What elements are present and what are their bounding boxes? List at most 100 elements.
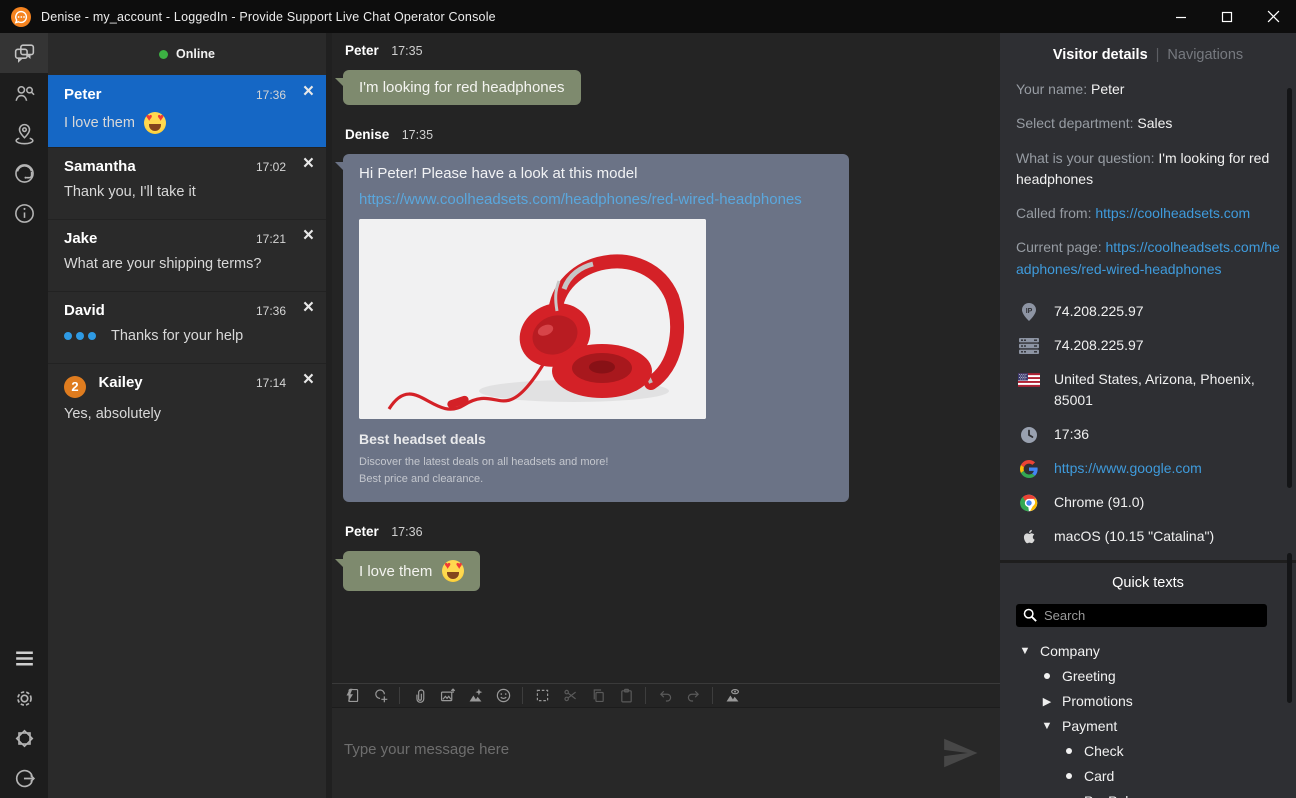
menu-button[interactable] bbox=[0, 638, 48, 678]
add-quick-text-button[interactable] bbox=[368, 685, 392, 706]
notifications-icon bbox=[12, 726, 37, 751]
chats-icon bbox=[12, 41, 37, 66]
logout-button[interactable] bbox=[0, 758, 48, 798]
send-message-button[interactable] bbox=[940, 734, 980, 772]
window-title: Denise - my_account - LoggedIn - Provide… bbox=[41, 10, 496, 24]
image-preview-button[interactable] bbox=[720, 685, 744, 706]
message-history[interactable]: Peter 17:35 I'm looking for red headphon… bbox=[332, 33, 1000, 683]
geo-location-nav-button[interactable] bbox=[0, 113, 48, 153]
message-input[interactable] bbox=[332, 708, 1000, 798]
tree-item-greeting[interactable]: Greeting bbox=[1000, 664, 1296, 689]
chat-list-panel: Online Peter 17:36 × I love them ♥♥ Sama… bbox=[48, 33, 332, 798]
field-current-page: Current page: https://coolheadsets.com/h… bbox=[1016, 237, 1280, 280]
meta-ip: IP 74.208.225.97 bbox=[1018, 301, 1280, 322]
paste-button[interactable] bbox=[614, 685, 638, 706]
tree-item-paypal[interactable]: PayPal bbox=[1000, 789, 1296, 798]
quick-texts-section: Quick texts ▼ Company Greeting ▶ bbox=[1000, 563, 1296, 798]
send-screenshot-button[interactable] bbox=[463, 685, 487, 706]
ip-address-icon: IP bbox=[1018, 302, 1040, 322]
send-image-button[interactable] bbox=[435, 685, 459, 706]
navigation-rail bbox=[0, 33, 48, 798]
undo-button[interactable] bbox=[653, 685, 677, 706]
visitor-details-panel: Visitor details | Navigations Your name:… bbox=[1000, 33, 1296, 798]
operator-console-window: Denise - my_account - LoggedIn - Provide… bbox=[0, 0, 1296, 798]
info-icon bbox=[12, 201, 37, 226]
tab-visitor-details[interactable]: Visitor details bbox=[1053, 47, 1148, 63]
chat-list-item-david[interactable]: David 17:36 × Thanks for your help bbox=[48, 291, 326, 363]
product-link[interactable]: https://www.coolheadsets.com/headphones/… bbox=[359, 191, 833, 208]
visitors-nav-button[interactable] bbox=[0, 73, 48, 113]
redo-button[interactable] bbox=[681, 685, 705, 706]
us-flag-icon bbox=[1018, 370, 1040, 390]
called-from-link[interactable]: https://coolheadsets.com bbox=[1095, 205, 1250, 221]
tree-item-card[interactable]: Card bbox=[1000, 764, 1296, 789]
bullet-icon bbox=[1066, 773, 1072, 779]
maximize-button[interactable] bbox=[1204, 0, 1250, 33]
message-visitor: Peter 17:36 I love them ♥♥ bbox=[343, 523, 1000, 591]
attach-file-button[interactable] bbox=[407, 685, 431, 706]
chat-list-item-kailey[interactable]: 2 Kailey 17:14 × Yes, absolutely bbox=[48, 363, 326, 435]
operator-message-bubble: Hi Peter! Please have a look at this mod… bbox=[343, 154, 849, 502]
info-nav-button[interactable] bbox=[0, 193, 48, 233]
menu-icon bbox=[12, 646, 37, 671]
close-chat-icon[interactable]: × bbox=[303, 298, 314, 318]
chat-list-item-jake[interactable]: Jake 17:21 × What are your shipping term… bbox=[48, 219, 326, 291]
chrome-browser-icon bbox=[1018, 493, 1040, 513]
field-your-name: Your name: Peter bbox=[1016, 79, 1280, 100]
message-composer bbox=[332, 708, 1000, 798]
svg-text:IP: IP bbox=[1026, 308, 1033, 315]
link-preview-title: Best headset deals bbox=[359, 431, 833, 447]
search-icon bbox=[1023, 608, 1037, 622]
close-button[interactable] bbox=[1250, 0, 1296, 33]
close-chat-icon[interactable]: × bbox=[303, 370, 314, 390]
tree-item-payment[interactable]: ▼ Payment bbox=[1000, 714, 1296, 739]
field-called-from: Called from: https://coolheadsets.com bbox=[1016, 203, 1280, 224]
quick-texts-title: Quick texts bbox=[1000, 575, 1296, 591]
meta-os: macOS (10.15 "Catalina") bbox=[1018, 526, 1280, 547]
bullet-icon bbox=[1066, 748, 1072, 754]
geo-location-icon bbox=[12, 121, 37, 146]
message-operator: Denise 17:35 Hi Peter! Please have a loo… bbox=[343, 126, 1000, 502]
emoji-picker-button[interactable] bbox=[491, 685, 515, 706]
quick-texts-search[interactable] bbox=[1016, 604, 1267, 627]
operator-status[interactable]: Online bbox=[48, 33, 326, 75]
visitor-meta: IP 74.208.225.97 74.208.225.97 United St… bbox=[1000, 293, 1296, 547]
tree-item-check[interactable]: Check bbox=[1000, 739, 1296, 764]
google-referrer-icon bbox=[1018, 459, 1040, 479]
chat-list-item-samantha[interactable]: Samantha 17:02 × Thank you, I'll take it bbox=[48, 147, 326, 219]
details-tabs: Visitor details | Navigations bbox=[1000, 33, 1296, 77]
tree-item-promotions[interactable]: ▶ Promotions bbox=[1000, 689, 1296, 714]
settings-button[interactable] bbox=[0, 678, 48, 718]
copy-button[interactable] bbox=[586, 685, 610, 706]
chats-nav-button[interactable] bbox=[0, 33, 48, 73]
field-department: Select department: Sales bbox=[1016, 113, 1280, 134]
notifications-button[interactable] bbox=[0, 718, 48, 758]
insert-quick-text-button[interactable] bbox=[340, 685, 364, 706]
cut-button[interactable] bbox=[558, 685, 582, 706]
meta-local-time: 17:36 bbox=[1018, 424, 1280, 445]
tree-item-company[interactable]: ▼ Company bbox=[1000, 639, 1296, 664]
tab-navigations[interactable]: Navigations bbox=[1167, 47, 1243, 63]
unread-count-badge: 2 bbox=[64, 376, 86, 398]
referrer-link[interactable]: https://www.google.com bbox=[1054, 458, 1202, 479]
minimize-button[interactable] bbox=[1158, 0, 1204, 33]
close-chat-icon[interactable]: × bbox=[303, 154, 314, 174]
visitor-message-bubble: I love them ♥♥ bbox=[343, 551, 480, 591]
online-status-icon bbox=[159, 50, 168, 59]
search-input[interactable] bbox=[1044, 608, 1260, 623]
pre-chat-fields: Your name: Peter Select department: Sale… bbox=[1000, 77, 1296, 280]
operator-nav-button[interactable] bbox=[0, 153, 48, 193]
collapsed-icon: ▶ bbox=[1040, 695, 1054, 708]
headphones-photo[interactable] bbox=[359, 219, 706, 419]
field-question: What is your question: I'm looking for r… bbox=[1016, 148, 1280, 191]
chat-list-item-peter[interactable]: Peter 17:36 × I love them ♥♥ bbox=[48, 75, 326, 147]
conversation-panel: Peter 17:35 I'm looking for red headphon… bbox=[332, 33, 1000, 798]
quick-texts-scrollbar[interactable] bbox=[1287, 553, 1292, 703]
close-chat-icon[interactable]: × bbox=[303, 226, 314, 246]
details-scrollbar[interactable] bbox=[1287, 88, 1292, 488]
provide-support-logo-icon bbox=[11, 7, 31, 27]
visitors-icon bbox=[12, 81, 37, 106]
heart-eyes-emoji: ♥♥ bbox=[442, 560, 464, 582]
select-area-button[interactable] bbox=[530, 685, 554, 706]
close-chat-icon[interactable]: × bbox=[303, 82, 314, 102]
